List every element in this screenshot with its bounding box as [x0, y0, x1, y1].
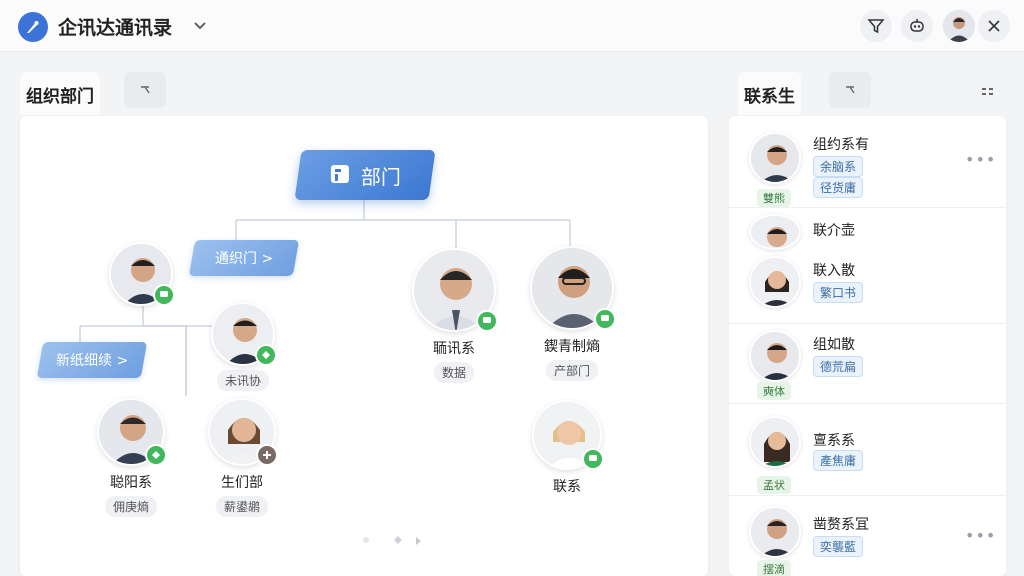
top-bar: 企讯达通讯录 — [0, 0, 1024, 52]
user-avatar[interactable] — [943, 10, 975, 42]
collapse-arrow-icon[interactable] — [829, 72, 871, 108]
contact-tag: 奕襲藍 — [813, 536, 864, 557]
avatar — [97, 398, 167, 466]
person-name: 生们部 — [221, 475, 263, 491]
avatar — [749, 256, 801, 308]
contact-name: 亶系系 — [813, 433, 855, 449]
avatar — [211, 302, 277, 366]
person-dept-chip: 数据 — [433, 362, 474, 383]
building-icon — [329, 162, 351, 188]
chat-bubble-icon[interactable] — [153, 284, 175, 306]
avatar — [412, 248, 498, 332]
contact-role-badge: 孟状 — [757, 476, 791, 494]
tab-contacts[interactable]: 联系生 — [738, 72, 801, 115]
list-item[interactable]: 亶系系 產焦庸 孟状 — [729, 404, 1006, 496]
avatar — [749, 416, 801, 468]
root-department-label: 部门 — [361, 164, 401, 189]
pager-indicator[interactable] — [360, 534, 430, 550]
avatar — [749, 330, 801, 382]
contact-tag: 產焦庸 — [813, 450, 864, 471]
contact-name: 组约系有 — [813, 137, 869, 153]
more-horizontal-icon[interactable]: ••• — [965, 150, 996, 169]
chat-bubble-icon[interactable] — [255, 344, 277, 366]
person-dept-chip: 薪鍙鹕 — [215, 496, 268, 517]
avatar — [530, 246, 616, 330]
grid-icon[interactable] — [980, 84, 996, 103]
list-item[interactable]: 凿赘系冝 奕襲藍 摆滴 ••• — [729, 496, 1006, 576]
list-item[interactable]: 联介壶 — [729, 208, 1006, 250]
contact-list: 组约系有 余脑系 径货庸 雙熊 ••• 联介壶 联入散 繁口书 组如散 德荒扁 … — [729, 116, 1006, 576]
avatar — [749, 132, 801, 184]
list-item[interactable]: 组约系有 余脑系 径货庸 雙熊 ••• — [729, 116, 1006, 208]
contact-name: 凿赘系冝 — [813, 517, 869, 533]
chat-bubble-icon[interactable] — [145, 444, 167, 466]
org-person-card[interactable]: 聏讯系 数据 — [399, 248, 509, 383]
contact-tag: 径货庸 — [813, 177, 864, 198]
root-department-node[interactable]: 部门 — [294, 150, 436, 200]
chevron-down-icon[interactable] — [192, 17, 208, 33]
person-dept-chip: 佣庚熵 — [104, 496, 157, 517]
org-person-card[interactable]: 聪阳系 佣庚熵 — [76, 398, 186, 517]
contact-tag: 繁口书 — [813, 282, 864, 303]
avatar — [109, 242, 175, 306]
tab-org-departments[interactable]: 组织部门 — [20, 72, 100, 115]
avatar — [532, 400, 604, 470]
department-tag[interactable]: 通织门 > — [188, 240, 300, 276]
org-person-card[interactable]: 未讯协 — [188, 302, 298, 391]
org-chart: 部门 通织门 > 新纸细续 > 未讯协 聪阳系 佣庚熵 生们部 薪鍙鹕 聏讯系 … — [20, 116, 708, 576]
list-item[interactable]: 联入散 繁口书 — [729, 248, 1006, 324]
plus-icon[interactable] — [256, 444, 278, 466]
contact-role-badge: 摆滴 — [757, 560, 791, 576]
contact-role-badge: 雙熊 — [757, 189, 791, 207]
contact-name: 联介壶 — [813, 223, 855, 239]
avatar — [208, 398, 278, 466]
person-name: 联系 — [553, 479, 581, 495]
compass-feather-icon[interactable] — [18, 12, 48, 42]
app-title: 企讯达通讯录 — [58, 17, 173, 39]
person-name: 鍥青制熵 — [544, 339, 600, 355]
close-icon[interactable] — [978, 10, 1010, 42]
org-person-card[interactable] — [86, 242, 196, 306]
avatar — [749, 214, 801, 250]
collapse-arrow-icon[interactable] — [124, 72, 166, 108]
person-dept-chip: 产部门 — [545, 360, 598, 381]
contact-name: 联入散 — [813, 263, 855, 279]
org-person-card[interactable]: 生们部 薪鍙鹕 — [187, 398, 297, 517]
department-tag[interactable]: 新纸细续 > — [36, 342, 148, 378]
filter-icon[interactable] — [860, 10, 892, 42]
chat-bubble-icon[interactable] — [476, 310, 498, 332]
more-horizontal-icon[interactable]: ••• — [965, 526, 996, 545]
list-item[interactable]: 组如散 德荒扁 奭体 — [729, 324, 1006, 404]
org-person-card[interactable]: 鍥青制熵 产部门 — [517, 246, 627, 381]
person-name: 聏讯系 — [433, 341, 475, 357]
contact-name: 组如散 — [813, 337, 855, 353]
contact-tag: 德荒扁 — [813, 356, 864, 377]
org-person-card[interactable]: 联系 — [512, 400, 622, 496]
robot-icon[interactable] — [901, 10, 933, 42]
chat-bubble-icon[interactable] — [582, 448, 604, 470]
person-dept-chip: 未讯协 — [216, 370, 269, 391]
person-name: 聪阳系 — [110, 475, 152, 491]
avatar — [749, 506, 801, 558]
contact-role-badge: 奭体 — [757, 382, 791, 400]
chat-bubble-icon[interactable] — [594, 308, 616, 330]
contact-tag: 余脑系 — [813, 156, 864, 177]
